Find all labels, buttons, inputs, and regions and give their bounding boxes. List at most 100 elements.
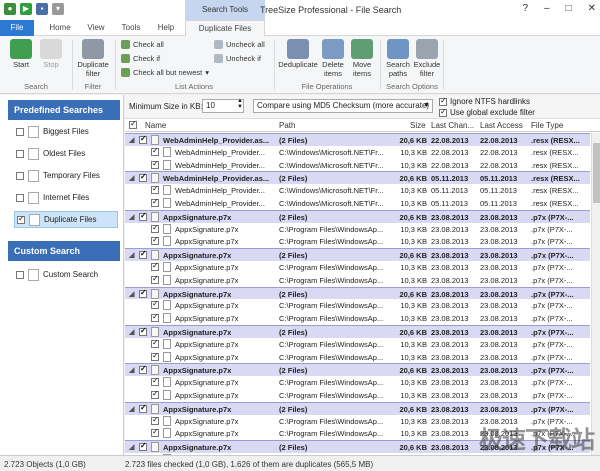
column-last-changed[interactable]: Last Chan...	[431, 121, 474, 130]
search-item[interactable]: Duplicate Files	[14, 211, 118, 228]
search-item[interactable]: Temporary Files	[14, 167, 118, 184]
row-checkbox[interactable]	[151, 146, 159, 156]
collapse-icon[interactable]: ◢	[129, 213, 134, 221]
row-checkbox[interactable]	[151, 299, 159, 310]
table-row[interactable]: WebAdminHelp_Provider... C:\Windows\Micro…	[125, 184, 590, 197]
row-checkbox[interactable]	[151, 427, 159, 438]
scroll-thumb[interactable]	[593, 143, 600, 203]
column-name[interactable]: Name	[145, 121, 166, 130]
tab-view[interactable]: View	[80, 20, 112, 36]
column-size[interactable]: Size	[410, 121, 426, 130]
minimize-icon[interactable]: –	[544, 3, 550, 14]
stop-button[interactable]: Stop	[36, 39, 66, 69]
tab-file[interactable]: File	[0, 20, 34, 36]
check-all-button[interactable]: Check all	[121, 40, 164, 49]
uncheck-all-button[interactable]: Uncheck all	[214, 40, 265, 49]
select-all-checkbox[interactable]	[129, 119, 137, 129]
table-row[interactable]: AppxSignature.p7x C:\Program Files\Window…	[125, 351, 590, 364]
group-row[interactable]: ◢ AppxSignature.p7x (2 Files) 20,6 KB 23.08.…	[125, 325, 590, 338]
column-file-type[interactable]: File Type	[531, 121, 563, 130]
table-row[interactable]: AppxSignature.p7x C:\Program Files\Window…	[125, 389, 590, 402]
table-row[interactable]: WebAdminHelp_Provider... C:\Windows\Micro…	[125, 159, 590, 172]
group-row[interactable]: ◢ WebAdminHelp_Provider.as... (2 Files) 20,…	[125, 171, 590, 185]
help-icon[interactable]: ?	[522, 3, 528, 14]
ignore-ntfs-checkbox[interactable]: Ignore NTFS hardlinks	[439, 96, 530, 106]
close-icon[interactable]: ✕	[588, 3, 596, 14]
row-checkbox[interactable]	[139, 211, 147, 221]
table-row[interactable]: AppxSignature.p7x C:\Program Files\Window…	[125, 235, 590, 248]
row-checkbox[interactable]	[151, 312, 159, 323]
search-item-checkbox[interactable]	[16, 149, 24, 158]
row-checkbox[interactable]	[151, 389, 159, 399]
search-item-checkbox[interactable]	[16, 171, 24, 180]
start-icon[interactable]: ▶	[20, 3, 32, 15]
check-all-but-newest-button[interactable]: Check all but newest ▾	[121, 68, 209, 77]
row-checkbox[interactable]	[151, 261, 159, 271]
search-item-checkbox[interactable]	[16, 270, 24, 279]
table-row[interactable]: WebAdminHelp_Provider... C:\Windows\Micro…	[125, 197, 590, 210]
search-item[interactable]: Internet Files	[14, 189, 118, 206]
collapse-icon[interactable]: ◢	[129, 251, 134, 259]
row-checkbox[interactable]	[151, 351, 159, 361]
collapse-icon[interactable]: ◢	[129, 366, 134, 374]
collapse-icon[interactable]: ◢	[129, 290, 134, 298]
collapse-icon[interactable]: ◢	[129, 174, 134, 182]
global-exclude-checkbox[interactable]: Use global exclude filter	[439, 107, 535, 117]
group-row[interactable]: ◢ AppxSignature.p7x (2 Files) 20,6 KB 23.08.…	[125, 401, 590, 415]
row-checkbox[interactable]	[151, 184, 159, 195]
group-row[interactable]: ◢ AppxSignature.p7x (2 Files) 20,6 KB 23.08.…	[125, 286, 590, 300]
start-button[interactable]: Start	[6, 39, 36, 69]
group-row[interactable]: ◢ WebAdminHelp_Provider.as... (2 Files) 20,…	[125, 133, 590, 146]
table-row[interactable]: AppxSignature.p7x C:\Program Files\Window…	[125, 312, 590, 325]
duplicate-filter-button[interactable]: Duplicate filter	[75, 39, 111, 78]
row-checkbox[interactable]	[139, 364, 147, 375]
table-row[interactable]: AppxSignature.p7x C:\Program Files\Window…	[125, 299, 590, 312]
tab-home[interactable]: Home	[40, 20, 80, 36]
tab-help[interactable]: Help	[150, 20, 182, 36]
row-checkbox[interactable]	[139, 403, 147, 413]
chevron-down-icon[interactable]: ▾	[52, 3, 64, 15]
search-item[interactable]: Custom Search	[14, 266, 118, 283]
search-item[interactable]: Biggest Files	[14, 123, 118, 140]
compare-mode-select[interactable]: Compare using MD5 Checksum (more accurat…	[253, 99, 433, 113]
search-item[interactable]: Oldest Files	[14, 145, 118, 162]
group-row[interactable]: ◢ AppxSignature.p7x (2 Files) 20,6 KB 23.08.…	[125, 248, 590, 261]
collapse-icon[interactable]: ◢	[129, 328, 134, 336]
row-checkbox[interactable]	[151, 376, 159, 387]
deduplicate-button[interactable]: Deduplicate	[277, 39, 319, 69]
row-checkbox[interactable]	[151, 235, 159, 246]
row-checkbox[interactable]	[151, 159, 159, 169]
group-row[interactable]: ◢ AppxSignature.p7x (2 Files) 20,6 KB 23.08.…	[125, 209, 590, 223]
app-icon[interactable]: ●	[4, 3, 16, 15]
save-icon[interactable]: ▪	[36, 3, 48, 15]
row-checkbox[interactable]	[151, 274, 159, 284]
row-checkbox[interactable]	[151, 415, 159, 425]
row-checkbox[interactable]	[151, 197, 159, 207]
move-items-button[interactable]: Move items	[348, 39, 376, 78]
uncheck-if-button[interactable]: Uncheck if	[214, 54, 261, 63]
row-checkbox[interactable]	[139, 134, 147, 144]
search-item-checkbox[interactable]	[16, 193, 24, 202]
table-row[interactable]: WebAdminHelp_Provider... C:\Windows\Micro…	[125, 146, 590, 159]
row-checkbox[interactable]	[151, 338, 159, 348]
collapse-icon[interactable]: ◢	[129, 443, 134, 451]
table-row[interactable]: AppxSignature.p7x C:\Program Files\Window…	[125, 274, 590, 287]
exclude-filter-button[interactable]: Exclude filter	[413, 39, 441, 78]
delete-items-button[interactable]: Delete items	[319, 39, 347, 78]
table-row[interactable]: AppxSignature.p7x C:\Program Files\Window…	[125, 261, 590, 274]
search-item-checkbox[interactable]	[16, 127, 24, 136]
search-paths-button[interactable]: Search paths	[383, 39, 413, 78]
table-row[interactable]: AppxSignature.p7x C:\Program Files\Window…	[125, 376, 590, 389]
row-checkbox[interactable]	[139, 326, 147, 336]
table-row[interactable]: AppxSignature.p7x C:\Program Files\Window…	[125, 223, 590, 236]
group-row[interactable]: ◢ AppxSignature.p7x (2 Files) 20,6 KB 23.08.…	[125, 363, 590, 377]
row-checkbox[interactable]	[139, 441, 147, 452]
row-checkbox[interactable]	[151, 223, 159, 233]
row-checkbox[interactable]	[139, 249, 147, 260]
column-last-access[interactable]: Last Access	[480, 121, 523, 130]
row-checkbox[interactable]	[139, 288, 147, 298]
spinner-icon[interactable]: ▲ ▼	[237, 98, 243, 110]
column-path[interactable]: Path	[279, 121, 295, 130]
vertical-scrollbar[interactable]	[591, 133, 600, 455]
collapse-icon[interactable]: ◢	[129, 136, 134, 144]
